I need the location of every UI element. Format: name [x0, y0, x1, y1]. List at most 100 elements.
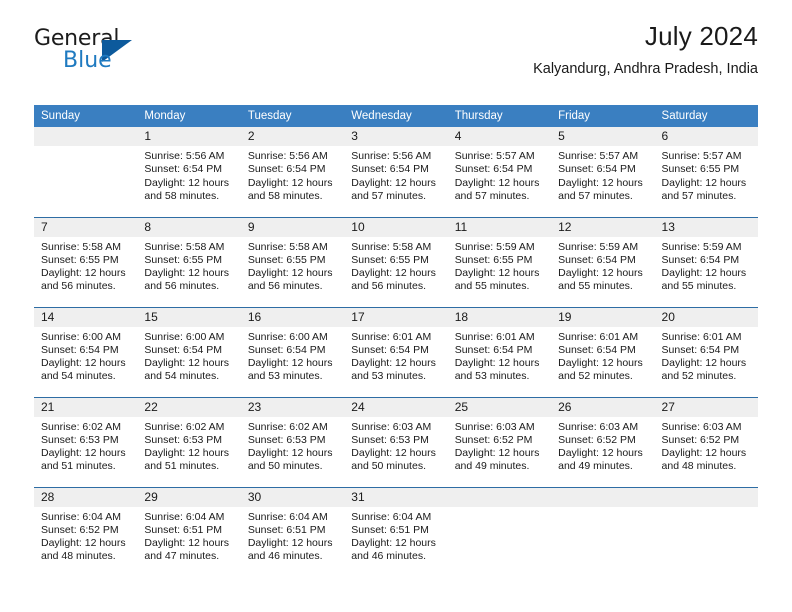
daylight-text: Daylight: 12 hours and 57 minutes.	[558, 176, 643, 202]
day-details: Sunrise: 6:01 AM Sunset: 6:54 PM Daylight:…	[344, 327, 447, 384]
calendar-day[interactable]: 5 Sunrise: 5:57 AM Sunset: 6:54 PM Daylight…	[551, 127, 655, 217]
calendar-cell: 17 Sunrise: 6:01 AM Sunset: 6:54 PM Dayligh…	[344, 306, 448, 397]
calendar-cell: 20 Sunrise: 6:01 AM Sunset: 6:54 PM Dayligh…	[654, 306, 758, 397]
daylight-text: Daylight: 12 hours and 55 minutes.	[454, 267, 540, 293]
calendar-day[interactable]: 18 Sunrise: 6:01 AM Sunset: 6:54 PM Dayligh…	[447, 307, 552, 397]
day-number: 23	[240, 397, 345, 417]
day-number: 29	[137, 487, 241, 507]
day-details: Sunrise: 5:56 AM Sunset: 6:54 PM Daylight:…	[344, 146, 447, 203]
calendar-day[interactable]: 27 Sunrise: 6:03 AM Sunset: 6:52 PM Dayligh…	[654, 397, 758, 487]
brand-name-blue: Blue	[63, 48, 112, 73]
sunset-text: Sunset: 6:54 PM	[558, 163, 636, 176]
daylight-text: Daylight: 12 hours and 56 minutes.	[144, 267, 230, 293]
calendar-day-empty	[654, 487, 758, 577]
calendar-day[interactable]: 29 Sunrise: 6:04 AM Sunset: 6:51 PM Dayligh…	[137, 487, 241, 577]
sunset-text: Sunset: 6:54 PM	[558, 253, 636, 266]
calendar-day[interactable]: 10 Sunrise: 5:58 AM Sunset: 6:55 PM Dayligh…	[344, 217, 448, 307]
calendar-day[interactable]: 15 Sunrise: 6:00 AM Sunset: 6:54 PM Dayligh…	[137, 307, 241, 397]
calendar-day[interactable]: 14 Sunrise: 6:00 AM Sunset: 6:54 PM Dayligh…	[34, 307, 138, 397]
calendar-cell: 7 Sunrise: 5:58 AM Sunset: 6:55 PM Daylight…	[34, 216, 138, 307]
sunset-text: Sunset: 6:52 PM	[661, 433, 740, 446]
daylight-text: Daylight: 12 hours and 55 minutes.	[558, 267, 643, 293]
day-number: 9	[240, 217, 345, 237]
calendar-cell: 30 Sunrise: 6:04 AM Sunset: 6:51 PM Dayligh…	[240, 486, 345, 577]
calendar-day[interactable]: 7 Sunrise: 5:58 AM Sunset: 6:55 PM Daylight…	[34, 217, 138, 307]
calendar-day[interactable]: 23 Sunrise: 6:02 AM Sunset: 6:53 PM Dayligh…	[240, 397, 345, 487]
calendar-day[interactable]: 3 Sunrise: 5:56 AM Sunset: 6:54 PM Daylight…	[344, 127, 448, 217]
calendar-day[interactable]: 31 Sunrise: 6:04 AM Sunset: 6:51 PM Dayligh…	[344, 487, 448, 577]
sunset-text: Sunset: 6:53 PM	[144, 433, 223, 446]
sunset-text: Sunset: 6:53 PM	[247, 433, 326, 446]
calendar-cell: 27 Sunrise: 6:03 AM Sunset: 6:52 PM Dayligh…	[654, 396, 758, 487]
sunset-text: Sunset: 6:55 PM	[144, 253, 223, 266]
sunrise-text: Sunrise: 5:57 AM	[661, 150, 742, 162]
day-number: 22	[137, 397, 241, 417]
calendar-day[interactable]: 1 Sunrise: 5:56 AM Sunset: 6:54 PM Daylight…	[137, 127, 241, 217]
calendar-day[interactable]: 21 Sunrise: 6:02 AM Sunset: 6:53 PM Dayligh…	[34, 397, 138, 487]
sunrise-text: Sunrise: 5:58 AM	[351, 240, 432, 253]
calendar-day[interactable]: 20 Sunrise: 6:01 AM Sunset: 6:54 PM Dayligh…	[654, 307, 758, 397]
sunset-text: Sunset: 6:53 PM	[41, 433, 119, 446]
sunrise-text: Sunrise: 6:04 AM	[351, 510, 432, 523]
calendar-day[interactable]: 19 Sunrise: 6:01 AM Sunset: 6:54 PM Dayligh…	[551, 307, 655, 397]
calendar-cell: 22 Sunrise: 6:02 AM Sunset: 6:53 PM Dayligh…	[137, 396, 241, 487]
calendar-week-row: 1 Sunrise: 5:56 AM Sunset: 6:54 PM Daylight…	[34, 127, 758, 217]
calendar-day[interactable]: 4 Sunrise: 5:57 AM Sunset: 6:54 PM Daylight…	[447, 127, 552, 217]
calendar-day[interactable]: 12 Sunrise: 5:59 AM Sunset: 6:54 PM Dayligh…	[551, 217, 655, 307]
sunset-text: Sunset: 6:54 PM	[558, 343, 636, 356]
calendar-day[interactable]: 8 Sunrise: 5:58 AM Sunset: 6:55 PM Daylight…	[137, 217, 241, 307]
weekday-header-saturday: Saturday	[654, 105, 758, 127]
weekday-header-row: Sunday Monday Tuesday Wednesday Thursday Frid…	[34, 105, 758, 127]
calendar-cell: 12 Sunrise: 5:59 AM Sunset: 6:54 PM Dayligh…	[551, 216, 655, 307]
day-number: 8	[137, 217, 241, 237]
day-number	[34, 127, 138, 146]
daylight-text: Daylight: 12 hours and 46 minutes.	[351, 537, 436, 563]
sunset-text: Sunset: 6:54 PM	[247, 343, 326, 356]
calendar-day[interactable]: 16 Sunrise: 6:00 AM Sunset: 6:54 PM Dayligh…	[240, 307, 345, 397]
daylight-text: Daylight: 12 hours and 58 minutes.	[144, 176, 230, 202]
calendar-cell: 11 Sunrise: 5:59 AM Sunset: 6:55 PM Dayligh…	[447, 216, 552, 307]
calendar-cell: 21 Sunrise: 6:02 AM Sunset: 6:53 PM Dayligh…	[34, 396, 138, 487]
sunset-text: Sunset: 6:51 PM	[351, 523, 429, 536]
day-details: Sunrise: 5:56 AM Sunset: 6:54 PM Daylight:…	[137, 146, 240, 203]
day-details: Sunrise: 6:04 AM Sunset: 6:51 PM Daylight:…	[241, 507, 344, 564]
calendar-day[interactable]: 26 Sunrise: 6:03 AM Sunset: 6:52 PM Dayligh…	[551, 397, 655, 487]
daylight-text: Daylight: 12 hours and 47 minutes.	[144, 537, 230, 563]
day-details: Sunrise: 5:58 AM Sunset: 6:55 PM Daylight:…	[241, 237, 344, 294]
calendar-day[interactable]: 22 Sunrise: 6:02 AM Sunset: 6:53 PM Dayligh…	[137, 397, 241, 487]
calendar-day[interactable]: 6 Sunrise: 5:57 AM Sunset: 6:55 PM Daylight…	[654, 127, 758, 217]
daylight-text: Daylight: 12 hours and 53 minutes.	[454, 357, 540, 383]
calendar-day[interactable]: 30 Sunrise: 6:04 AM Sunset: 6:51 PM Dayligh…	[240, 487, 345, 577]
calendar-day[interactable]: 25 Sunrise: 6:03 AM Sunset: 6:52 PM Dayligh…	[447, 397, 552, 487]
brand-logo[interactable]: General Blue	[34, 28, 154, 78]
calendar-day[interactable]: 9 Sunrise: 5:58 AM Sunset: 6:55 PM Daylight…	[240, 217, 345, 307]
day-details: Sunrise: 6:03 AM Sunset: 6:52 PM Daylight:…	[551, 417, 654, 474]
calendar-day-empty	[447, 487, 552, 577]
calendar-day[interactable]: 24 Sunrise: 6:03 AM Sunset: 6:53 PM Dayligh…	[344, 397, 448, 487]
day-details: Sunrise: 6:00 AM Sunset: 6:54 PM Daylight:…	[34, 327, 137, 384]
calendar-cell: 13 Sunrise: 5:59 AM Sunset: 6:54 PM Dayligh…	[654, 216, 758, 307]
day-number: 11	[447, 217, 552, 237]
day-number: 13	[654, 217, 758, 237]
day-details: Sunrise: 6:01 AM Sunset: 6:54 PM Daylight:…	[551, 327, 654, 384]
day-number: 10	[344, 217, 448, 237]
daylight-text: Daylight: 12 hours and 56 minutes.	[247, 267, 333, 293]
calendar-day[interactable]: 13 Sunrise: 5:59 AM Sunset: 6:54 PM Dayligh…	[654, 217, 758, 307]
day-details: Sunrise: 5:58 AM Sunset: 6:55 PM Daylight:…	[34, 237, 137, 294]
calendar-cell: 15 Sunrise: 6:00 AM Sunset: 6:54 PM Dayligh…	[137, 306, 241, 397]
calendar-day[interactable]: 17 Sunrise: 6:01 AM Sunset: 6:54 PM Dayligh…	[344, 307, 448, 397]
day-details: Sunrise: 6:04 AM Sunset: 6:51 PM Daylight:…	[344, 507, 447, 564]
day-details: Sunrise: 6:00 AM Sunset: 6:54 PM Daylight:…	[241, 327, 344, 384]
sunrise-text: Sunrise: 6:00 AM	[247, 330, 328, 343]
day-details: Sunrise: 5:59 AM Sunset: 6:54 PM Daylight:…	[551, 237, 654, 294]
calendar-day[interactable]: 2 Sunrise: 5:56 AM Sunset: 6:54 PM Daylight…	[240, 127, 345, 217]
calendar-day[interactable]: 11 Sunrise: 5:59 AM Sunset: 6:55 PM Dayligh…	[447, 217, 552, 307]
weekday-header-monday: Monday	[137, 105, 241, 127]
sunrise-text: Sunrise: 6:01 AM	[454, 330, 535, 343]
page-header: General Blue July 2024 Kalyandurg, Andhr…	[0, 0, 792, 100]
sunset-text: Sunset: 6:52 PM	[41, 523, 119, 536]
calendar-day[interactable]: 28 Sunrise: 6:04 AM Sunset: 6:52 PM Dayligh…	[34, 487, 138, 577]
calendar-week-row: 21 Sunrise: 6:02 AM Sunset: 6:53 PM Dayligh…	[34, 396, 758, 487]
page-title: July 2024	[644, 21, 758, 51]
day-number	[447, 487, 552, 507]
